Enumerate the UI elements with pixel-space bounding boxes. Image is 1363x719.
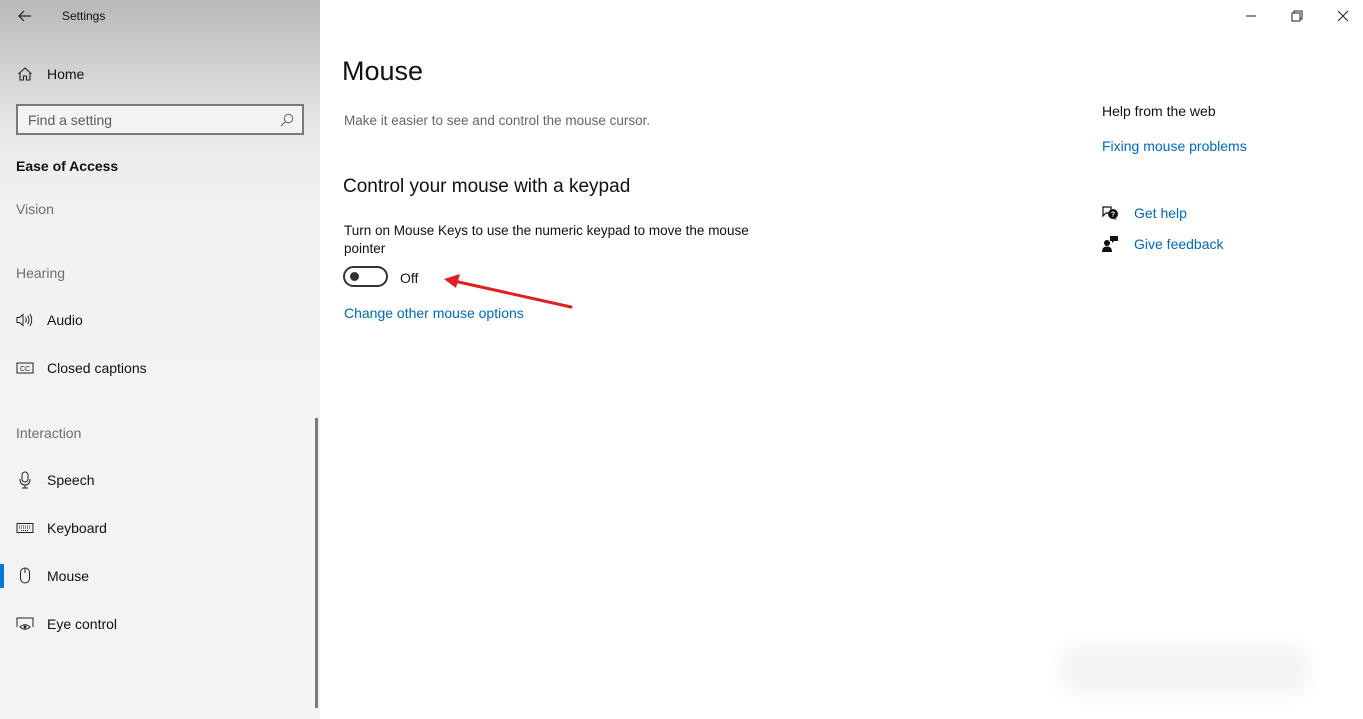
toggle-knob — [350, 272, 359, 281]
fixing-mouse-problems-link[interactable]: Fixing mouse problems — [1102, 138, 1247, 154]
toggle-state-label: Off — [400, 270, 419, 286]
group-heading-hearing: Hearing — [16, 265, 66, 281]
mouse-icon — [16, 567, 34, 585]
sidebar-item-label: Mouse — [47, 568, 90, 584]
get-help-label: Get help — [1134, 205, 1187, 221]
group-heading-vision: Vision — [16, 201, 54, 217]
sidebar-item-speech[interactable]: Speech — [0, 462, 320, 498]
keyboard-icon — [16, 519, 34, 537]
mouse-keys-toggle[interactable] — [343, 266, 388, 287]
speaker-icon — [16, 311, 34, 329]
home-icon — [16, 65, 34, 83]
minimize-button[interactable] — [1228, 0, 1274, 32]
restore-button[interactable] — [1274, 0, 1320, 32]
app-title: Settings — [62, 9, 106, 23]
restore-icon — [1291, 10, 1303, 22]
microphone-icon — [16, 471, 34, 489]
change-other-mouse-options-link[interactable]: Change other mouse options — [344, 305, 524, 321]
close-button[interactable] — [1320, 0, 1363, 32]
sidebar-item-audio[interactable]: Audio — [0, 302, 320, 338]
search-input[interactable] — [18, 111, 268, 128]
section-heading: Control your mouse with a keypad — [343, 176, 631, 197]
sidebar-item-label: Speech — [47, 472, 95, 488]
search-box — [16, 104, 304, 135]
eye-control-icon — [16, 615, 34, 633]
back-arrow-icon — [18, 10, 31, 22]
help-heading: Help from the web — [1102, 103, 1216, 119]
blurred-region — [1060, 645, 1310, 695]
closed-captions-icon: CC — [16, 359, 34, 377]
give-feedback-link[interactable]: Give feedback — [1100, 233, 1224, 255]
svg-text:?: ? — [1111, 212, 1115, 219]
search-icon[interactable] — [279, 112, 295, 128]
back-button[interactable] — [14, 6, 36, 26]
sidebar-item-closed-captions[interactable]: CC Closed captions — [0, 350, 320, 386]
sidebar-item-label: Audio — [47, 312, 83, 328]
sidebar-scrollbar[interactable] — [315, 418, 318, 708]
sidebar-item-eye-control[interactable]: Eye control — [0, 606, 320, 642]
page-title: Mouse — [342, 56, 424, 86]
group-heading-interaction: Interaction — [16, 425, 82, 441]
page-description: Make it easier to see and control the mo… — [344, 113, 651, 128]
sidebar-item-label: Closed captions — [47, 360, 147, 376]
mouse-keys-description: Turn on Mouse Keys to use the numeric ke… — [344, 223, 749, 256]
svg-text:CC: CC — [20, 366, 30, 373]
sidebar-item-mouse[interactable]: Mouse — [0, 558, 320, 594]
give-feedback-icon — [1100, 235, 1120, 253]
close-icon — [1337, 10, 1349, 22]
get-help-link[interactable]: ? Get help — [1100, 202, 1187, 224]
sidebar-item-label: Home — [47, 66, 85, 82]
sidebar: Settings Home Ease of Access Vision Hear… — [0, 0, 320, 719]
sidebar-item-label: Keyboard — [47, 520, 107, 536]
section-title: Ease of Access — [16, 158, 119, 174]
sidebar-item-home[interactable]: Home — [0, 60, 320, 88]
get-help-icon: ? — [1100, 204, 1120, 222]
give-feedback-label: Give feedback — [1134, 236, 1224, 252]
minimize-icon — [1246, 15, 1256, 17]
sidebar-item-label: Eye control — [47, 616, 118, 632]
sidebar-item-keyboard[interactable]: Keyboard — [0, 510, 320, 546]
